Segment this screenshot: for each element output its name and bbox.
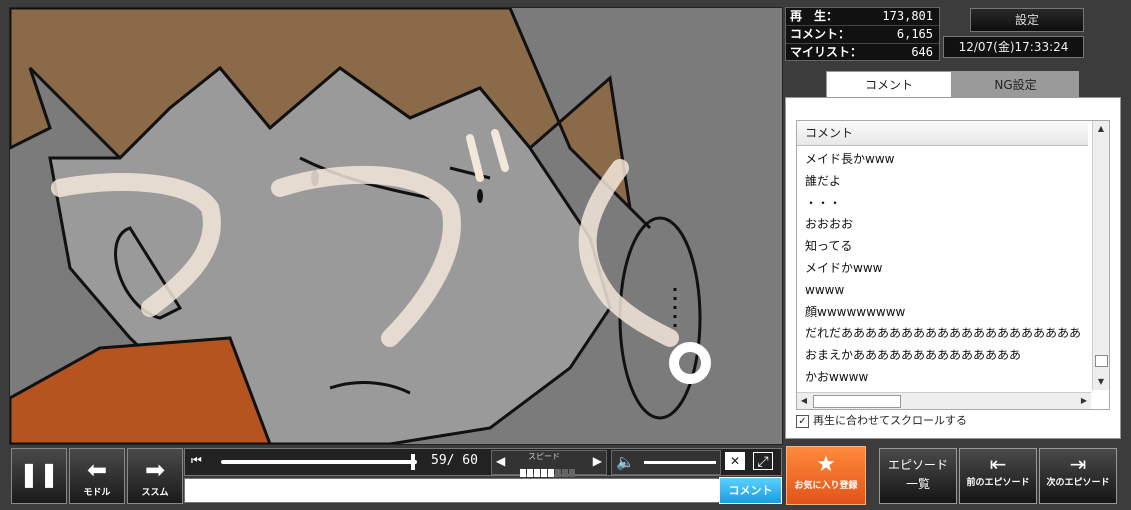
video-area[interactable]	[9, 7, 783, 445]
mylist-label: マイリスト：	[790, 45, 863, 59]
vertical-scroll-thumb[interactable]	[1095, 355, 1108, 367]
datetime-display: 12/07(金)17:33:24	[943, 36, 1084, 58]
prev-episode-icon: ⇤	[989, 452, 1007, 476]
plays-label: 再 生：	[790, 9, 839, 23]
seek-bar[interactable]	[221, 460, 417, 464]
autoscroll-checkbox[interactable]: ✓	[796, 414, 809, 428]
list-item[interactable]: 誰だよ	[797, 171, 1093, 193]
stat-mylist: マイリスト： 646	[786, 44, 939, 61]
list-item[interactable]: 顔wwwwwwwww	[797, 302, 1093, 324]
prev-episode-label: 前のエピソード	[966, 478, 1030, 488]
episode-list-label-1: エピソード	[887, 458, 948, 472]
horizontal-scroll-thumb[interactable]	[813, 395, 901, 408]
comment-list-header[interactable]: コメント	[797, 121, 1088, 146]
pause-icon: ❚❚	[18, 460, 60, 488]
arrow-left-icon: ⬅	[86, 456, 108, 484]
tab-ng-settings[interactable]: NG設定	[952, 71, 1079, 99]
next-episode-icon: ⇥	[1069, 452, 1087, 476]
speed-control[interactable]: ◀ スピード ▶	[491, 450, 607, 477]
list-item[interactable]: wwww	[797, 280, 1093, 302]
list-item[interactable]: メイドかwww	[797, 258, 1093, 280]
stat-plays: 再 生： 173,801	[786, 8, 939, 26]
speed-down-icon[interactable]: ◀	[496, 454, 505, 468]
seek-controls: ⏮ 59/ 60 ◀ スピード ▶ 🔈 ✕ ⤢	[184, 448, 782, 477]
comments-label: コメント：	[790, 27, 851, 41]
scroll-up-icon[interactable]: ▲	[1093, 121, 1109, 137]
stat-comments: コメント： 6,165	[786, 26, 939, 44]
arrow-right-icon: ➡	[144, 456, 166, 484]
forward-button[interactable]: ➡ ススム	[127, 448, 183, 504]
star-icon: ★	[816, 452, 836, 477]
comment-hide-button[interactable]: ✕	[725, 452, 745, 470]
time-display: 59/ 60	[431, 453, 478, 468]
scroll-right-icon[interactable]: ▶	[1077, 393, 1091, 409]
list-item[interactable]: おまえかああああああああああああああ	[797, 345, 1093, 367]
list-item[interactable]: だれだああああああああああああああああああああ	[797, 323, 1093, 345]
prev-episode-button[interactable]: ⇤ 前のエピソード	[959, 448, 1037, 504]
comment-submit-button[interactable]: コメント	[719, 477, 782, 504]
list-item[interactable]: 知ってる	[797, 236, 1093, 258]
scroll-left-icon[interactable]: ◀	[797, 393, 811, 409]
next-episode-button[interactable]: ⇥ 次のエピソード	[1039, 448, 1117, 504]
speed-label: スピード	[528, 452, 560, 461]
autoscroll-option[interactable]: ✓ 再生に合わせてスクロールする	[796, 412, 967, 428]
tab-comment[interactable]: コメント	[826, 71, 952, 98]
volume-control[interactable]: 🔈	[611, 450, 721, 475]
comments-value: 6,165	[896, 27, 933, 41]
autoscroll-label: 再生に合わせてスクロールする	[813, 414, 967, 427]
stats-panel: 再 生： 173,801 コメント： 6,165 マイリスト： 646	[785, 7, 940, 61]
speaker-icon[interactable]: 🔈	[616, 453, 635, 471]
favorite-button[interactable]: ★ お気に入り登録	[786, 446, 866, 505]
fullscreen-icon[interactable]: ⤢	[753, 452, 773, 470]
pause-button[interactable]: ❚❚	[11, 448, 67, 504]
command-input[interactable]	[185, 479, 327, 502]
video-frame-illustration	[10, 8, 782, 444]
scroll-down-icon[interactable]: ▼	[1093, 374, 1109, 390]
next-episode-label: 次のエピソード	[1046, 478, 1110, 488]
list-item[interactable]: メイド長かwww	[797, 149, 1093, 171]
episode-list-label-2: 一覧	[905, 477, 930, 491]
list-item[interactable]: ・・・	[797, 193, 1093, 215]
comment-input-area	[184, 478, 720, 503]
back-button-label: モドル	[83, 488, 111, 498]
comment-rows: メイド長かwww 誰だよ ・・・ おおおお 知ってる メイドかwww wwww …	[797, 149, 1093, 390]
skip-to-start-icon[interactable]: ⏮	[191, 453, 202, 468]
volume-slider[interactable]	[644, 461, 716, 464]
vertical-scrollbar[interactable]: ▲ ▼	[1092, 121, 1109, 390]
comment-input[interactable]	[324, 479, 720, 502]
settings-button[interactable]: 設定	[970, 8, 1084, 32]
favorite-label: お気に入り登録	[794, 481, 858, 491]
seek-handle[interactable]	[411, 454, 416, 470]
horizontal-scrollbar[interactable]: ◀ ▶	[797, 392, 1091, 409]
player-frame: 再 生： 173,801 コメント： 6,165 マイリスト： 646 設定 1…	[0, 0, 1131, 510]
mylist-value: 646	[911, 45, 933, 59]
list-item[interactable]: おおおお	[797, 214, 1093, 236]
speed-up-icon[interactable]: ▶	[593, 454, 602, 468]
episode-list-button[interactable]: エピソード 一覧	[879, 448, 957, 504]
plays-value: 173,801	[882, 9, 933, 23]
back-button[interactable]: ⬅ モドル	[69, 448, 125, 504]
comment-list[interactable]: コメント メイド長かwww 誰だよ ・・・ おおおお 知ってる メイドかwww …	[796, 120, 1110, 410]
forward-button-label: ススム	[141, 488, 169, 498]
comment-panel: コメント メイド長かwww 誰だよ ・・・ おおおお 知ってる メイドかwww …	[785, 97, 1121, 439]
list-item[interactable]: かおwwww	[797, 367, 1093, 389]
